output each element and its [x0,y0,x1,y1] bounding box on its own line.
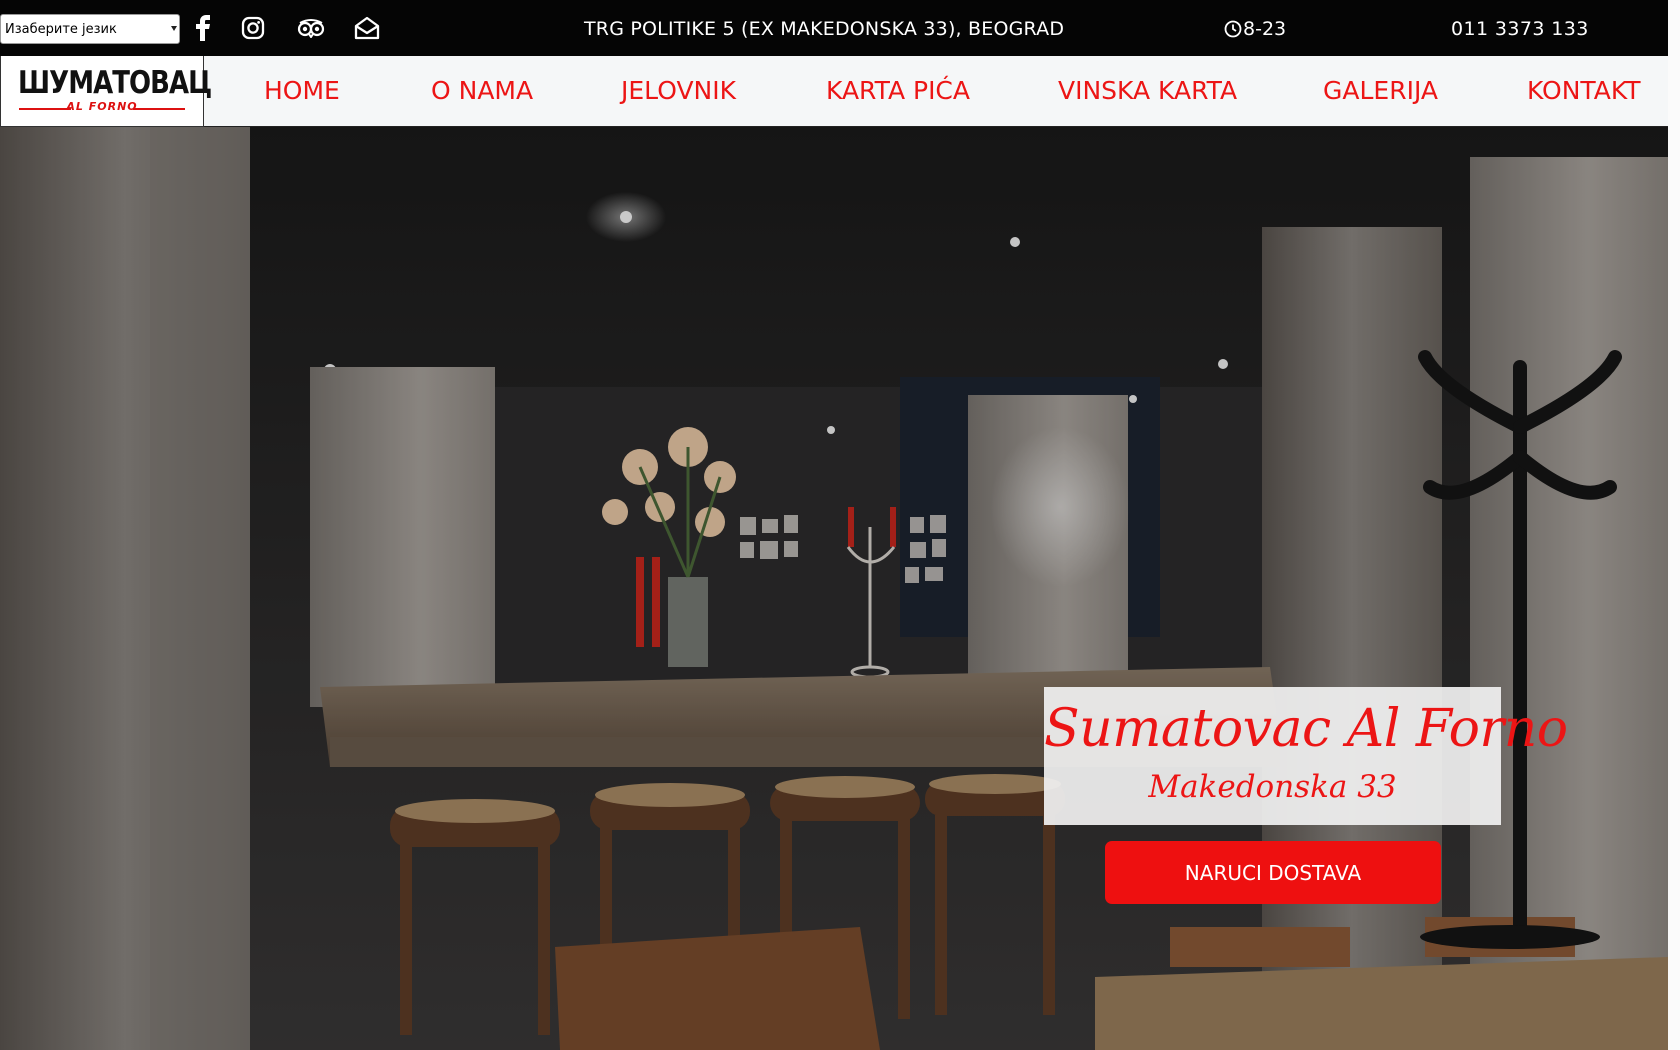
nav-o-nama[interactable]: O NAMA [431,76,533,105]
hero-section: Sumatovac Al Forno Makedonska 33 NARUCI … [0,127,1668,1050]
address-text: TRG POLITIKE 5 (EX MAKEDONSKA 33), BEOGR… [584,18,1065,40]
hero-title: Sumatovac Al Forno [1044,699,1568,759]
order-delivery-button[interactable]: NARUCI DOSTAVA [1105,841,1441,904]
nav-home[interactable]: HOME [264,76,340,105]
nav-karta-pica[interactable]: KARTA PIĆA [826,76,970,105]
logo-title: ШУМАТОВАЦ [18,65,212,101]
tripadvisor-icon[interactable] [294,13,328,43]
scrollbar[interactable] [1668,0,1680,1050]
language-select[interactable]: Изаберите језик [0,14,180,44]
nav-vinska-karta[interactable]: VINSKA KARTA [1058,76,1237,105]
opening-hours: 8-23 [1224,18,1286,40]
nav-kontakt[interactable]: KONTAKT [1527,76,1641,105]
hero-subtitle: Makedonska 33 [1148,769,1397,805]
chevron-down-icon [171,26,177,31]
phone-link[interactable]: 011 3373 133 [1451,18,1589,40]
language-select-value: Изаберите језик [5,21,117,37]
logo-subtitle: AL FORNO [66,100,138,113]
nav-galerija[interactable]: GALERIJA [1323,76,1438,105]
mail-icon[interactable] [352,13,382,43]
site-logo[interactable]: ШУМАТОВАЦ AL FORNO [0,56,212,127]
top-bar: Изаберите језик TRG POLITIKE 5 (EX MAKED… [0,0,1668,56]
hero-title-card: Sumatovac Al Forno Makedonska 33 [1044,687,1568,825]
restaurant-interior-photo [0,127,1668,1050]
facebook-icon[interactable] [188,13,218,43]
instagram-icon[interactable] [238,13,268,43]
main-nav: ШУМАТОВАЦ AL FORNO HOME O NAMA JELOVNIK … [0,56,1668,127]
nav-jelovnik[interactable]: JELOVNIK [621,76,736,105]
hours-text: 8-23 [1243,18,1287,40]
clock-icon [1224,20,1242,38]
